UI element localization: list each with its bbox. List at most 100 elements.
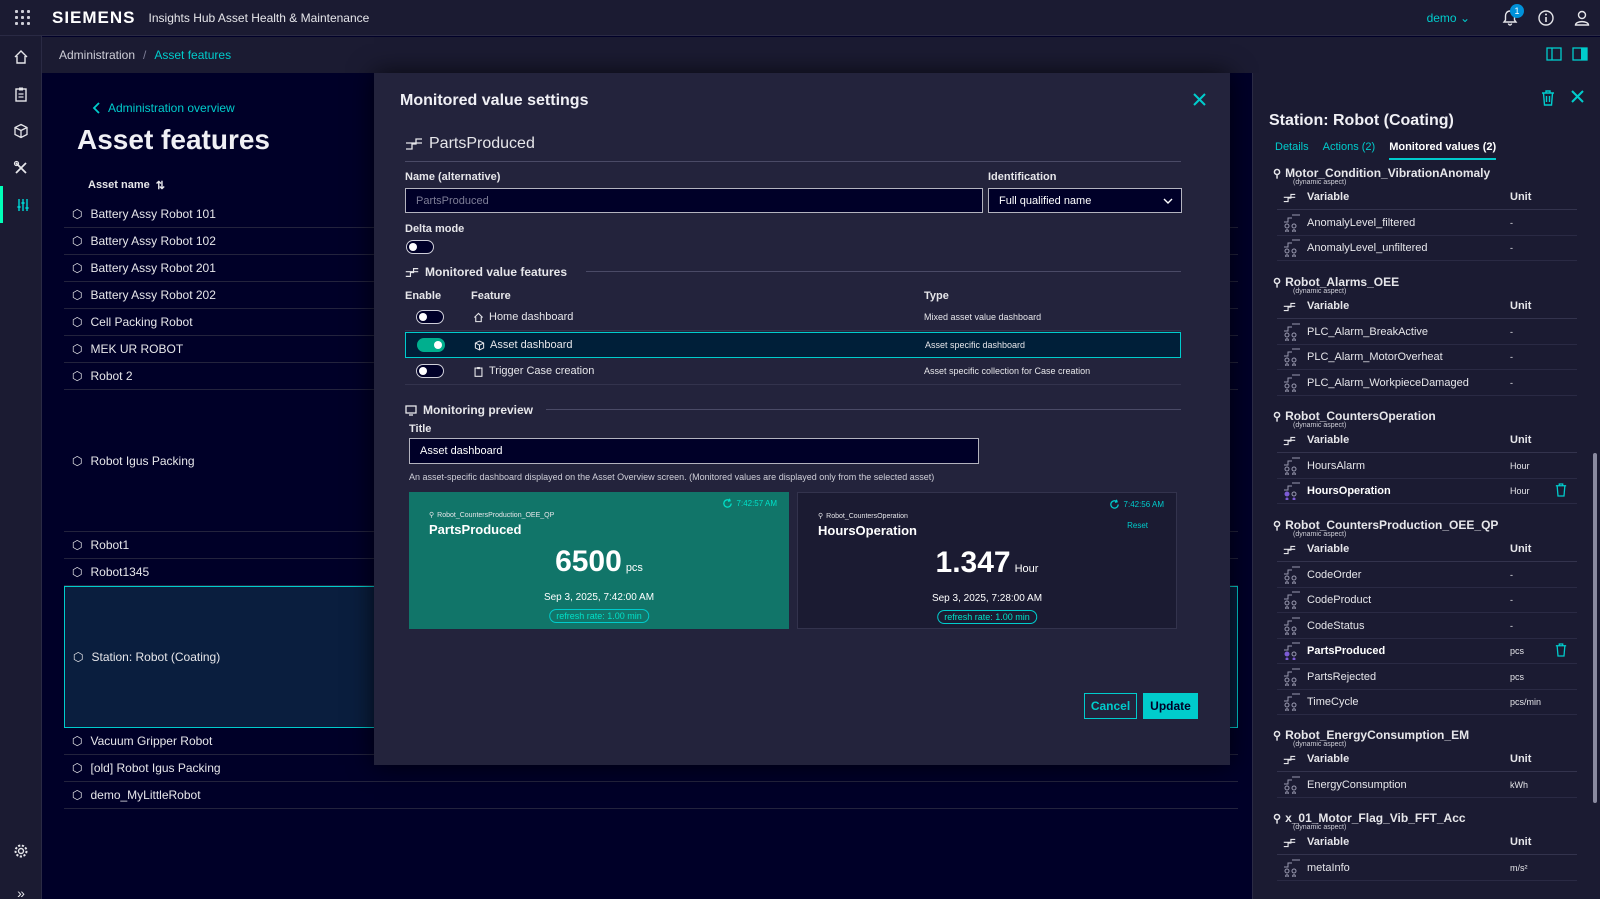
asset-icon: ⬡ bbox=[72, 207, 83, 221]
tenant-selector[interactable]: demo ⌄ bbox=[1427, 11, 1470, 25]
asset-row[interactable]: ⬡ demo_MyLittleRobot bbox=[64, 782, 1238, 809]
variable-row[interactable]: PLC_Alarm_BreakActive - bbox=[1277, 319, 1577, 345]
variable-row[interactable]: CodeProduct - bbox=[1277, 587, 1577, 614]
aspect-icon: ⚲ bbox=[429, 512, 435, 519]
cancel-button[interactable]: Cancel bbox=[1084, 693, 1137, 719]
variable-row[interactable]: HoursOperation Hour bbox=[1277, 478, 1577, 505]
identification-label: Identification bbox=[988, 171, 1057, 183]
aspect-name: ⚲ Robot_CountersOperation bbox=[1273, 409, 1436, 423]
variable-row[interactable]: EnergyConsumption kWh bbox=[1277, 772, 1577, 798]
variable-name: HoursAlarm bbox=[1307, 460, 1366, 472]
variable-name: PartsRejected bbox=[1307, 670, 1377, 683]
clipboard-icon bbox=[474, 366, 483, 377]
asset-row-label: Robot 2 bbox=[90, 369, 133, 383]
variable-row[interactable]: CodeStatus - bbox=[1277, 613, 1577, 639]
close-icon[interactable] bbox=[1193, 93, 1206, 109]
clipboard-icon[interactable] bbox=[0, 75, 42, 112]
feature-name: Trigger Case creation bbox=[473, 365, 594, 377]
variable-table-header: Variable Unit bbox=[1277, 538, 1577, 562]
expand-rail-icon[interactable]: » bbox=[0, 874, 42, 899]
identification-select[interactable]: Full qualified name bbox=[988, 188, 1182, 213]
delta-mode-toggle[interactable] bbox=[406, 240, 434, 254]
tab-details[interactable]: Details bbox=[1275, 141, 1309, 160]
asset-icon: ⬡ bbox=[72, 369, 83, 383]
card-aspect: ⚲ Robot_CountersProduction_OEE_QP bbox=[429, 511, 554, 520]
variable-row[interactable]: PLC_Alarm_MotorOverheat - bbox=[1277, 344, 1577, 371]
feature-label: Trigger Case creation bbox=[489, 365, 595, 377]
asset-cube-icon[interactable] bbox=[0, 112, 42, 149]
col-unit-header: Unit bbox=[1510, 434, 1532, 446]
aspect-icon: ⚲ bbox=[1273, 276, 1282, 289]
sort-icon[interactable]: ⇅ bbox=[156, 179, 165, 192]
left-navigation-rail: » bbox=[0, 36, 42, 899]
variable-table-header: Variable Unit bbox=[1277, 429, 1577, 453]
feature-row-home-dashboard[interactable]: Home dashboard Mixed asset value dashboa… bbox=[405, 305, 1181, 331]
asset-dashboard-toggle[interactable] bbox=[417, 338, 445, 352]
title-input[interactable]: Asset dashboard bbox=[409, 438, 979, 464]
top-bar: SIEMENS Insights Hub Asset Health & Main… bbox=[0, 0, 1600, 36]
aspect-name: ⚲ Robot_CountersProduction_OEE_QP bbox=[1273, 518, 1498, 532]
variable-row[interactable]: CodeOrder - bbox=[1277, 562, 1577, 588]
name-alt-input[interactable]: PartsProduced bbox=[405, 188, 983, 213]
delete-trash-icon[interactable] bbox=[1541, 90, 1555, 106]
breadcrumb-asset-features[interactable]: Asset features bbox=[154, 48, 231, 62]
preview-card-parts-produced: 7:42:57 AM ⚲ Robot_CountersProduction_OEE… bbox=[409, 492, 789, 629]
feature-row-trigger-case[interactable]: Trigger Case creation Asset specific col… bbox=[405, 359, 1181, 385]
preview-card-hours-operation: 7:42:56 AM Reset ⚲ Robot_CountersOperatio… bbox=[797, 492, 1177, 629]
update-button[interactable]: Update bbox=[1143, 693, 1198, 719]
col-variable-header: Variable bbox=[1307, 434, 1350, 446]
trigger-case-toggle[interactable] bbox=[416, 364, 444, 378]
variable-row[interactable]: metaInfo m/s² bbox=[1277, 855, 1577, 881]
notifications-bell-icon[interactable]: 1 bbox=[1492, 0, 1528, 36]
variable-row[interactable]: TimeCycle pcs/min bbox=[1277, 689, 1577, 715]
close-panel-icon[interactable] bbox=[1571, 90, 1584, 103]
delete-trash-icon[interactable] bbox=[1555, 643, 1567, 660]
variable-type-icon bbox=[1283, 668, 1301, 689]
settings-gear-icon[interactable] bbox=[0, 832, 42, 869]
asset-row-label: Robot Igus Packing bbox=[90, 453, 195, 468]
title-label: Title bbox=[409, 423, 432, 435]
card-reset-button[interactable]: Reset bbox=[1127, 521, 1148, 530]
dynamic-aspect-label: (dynamic aspect) bbox=[1293, 824, 1347, 831]
app-launcher-icon[interactable] bbox=[0, 0, 44, 36]
panel-right-icon[interactable] bbox=[1572, 47, 1588, 61]
variable-row[interactable]: PartsProduced pcs bbox=[1277, 638, 1577, 665]
home-dashboard-toggle[interactable] bbox=[416, 310, 444, 324]
variable-type-icon bbox=[1283, 374, 1301, 395]
administration-sliders-icon[interactable] bbox=[0, 186, 42, 223]
divider bbox=[586, 271, 1181, 272]
card-value-unit: Hour bbox=[1014, 563, 1039, 575]
variable-type-icon bbox=[1283, 617, 1301, 638]
variable-row[interactable]: PLC_Alarm_WorkpieceDamaged - bbox=[1277, 370, 1577, 396]
asset-icon: ⬡ bbox=[72, 315, 83, 329]
home-icon[interactable] bbox=[0, 38, 42, 75]
breadcrumb-administration[interactable]: Administration bbox=[59, 48, 135, 62]
aspect-icon: ⚲ bbox=[1273, 812, 1282, 825]
aspect-name-label: Robot_CountersOperation bbox=[1285, 409, 1436, 423]
delete-trash-icon[interactable] bbox=[1555, 483, 1567, 500]
variable-row[interactable]: AnomalyLevel_unfiltered - bbox=[1277, 235, 1577, 262]
back-link-administration-overview[interactable]: Administration overview bbox=[92, 101, 235, 115]
variable-row[interactable]: PartsRejected pcs bbox=[1277, 664, 1577, 690]
variable-row[interactable]: HoursAlarm Hour bbox=[1277, 453, 1577, 479]
variable-type-icon bbox=[1283, 214, 1301, 235]
tab-monitored-values[interactable]: Monitored values (2) bbox=[1389, 141, 1497, 160]
card-aspect-name: Robot_CountersOperation bbox=[826, 512, 908, 520]
user-account-icon[interactable] bbox=[1564, 0, 1600, 36]
variable-type-icon bbox=[1283, 348, 1301, 369]
panel-scrollbar[interactable] bbox=[1593, 453, 1597, 803]
variable-type-icon bbox=[1283, 642, 1301, 663]
tools-icon[interactable] bbox=[0, 149, 42, 186]
panel-left-icon[interactable] bbox=[1546, 47, 1562, 61]
feature-row-asset-dashboard[interactable]: Asset dashboard Asset specific dashboard bbox=[405, 332, 1181, 358]
asset-name-column-header[interactable]: Asset name ⇅ bbox=[88, 179, 165, 192]
card-timestamp: 7:42:57 AM bbox=[722, 498, 777, 509]
variable-icon bbox=[1283, 545, 1296, 555]
variable-type-icon bbox=[1283, 323, 1301, 344]
info-icon[interactable] bbox=[1528, 0, 1564, 36]
asset-icon: ⬡ bbox=[72, 734, 83, 748]
tab-actions[interactable]: Actions (2) bbox=[1323, 141, 1376, 160]
asset-icon: ⬡ bbox=[72, 761, 83, 775]
variable-row[interactable]: AnomalyLevel_filtered - bbox=[1277, 210, 1577, 236]
variable-unit: kWh bbox=[1510, 780, 1528, 790]
